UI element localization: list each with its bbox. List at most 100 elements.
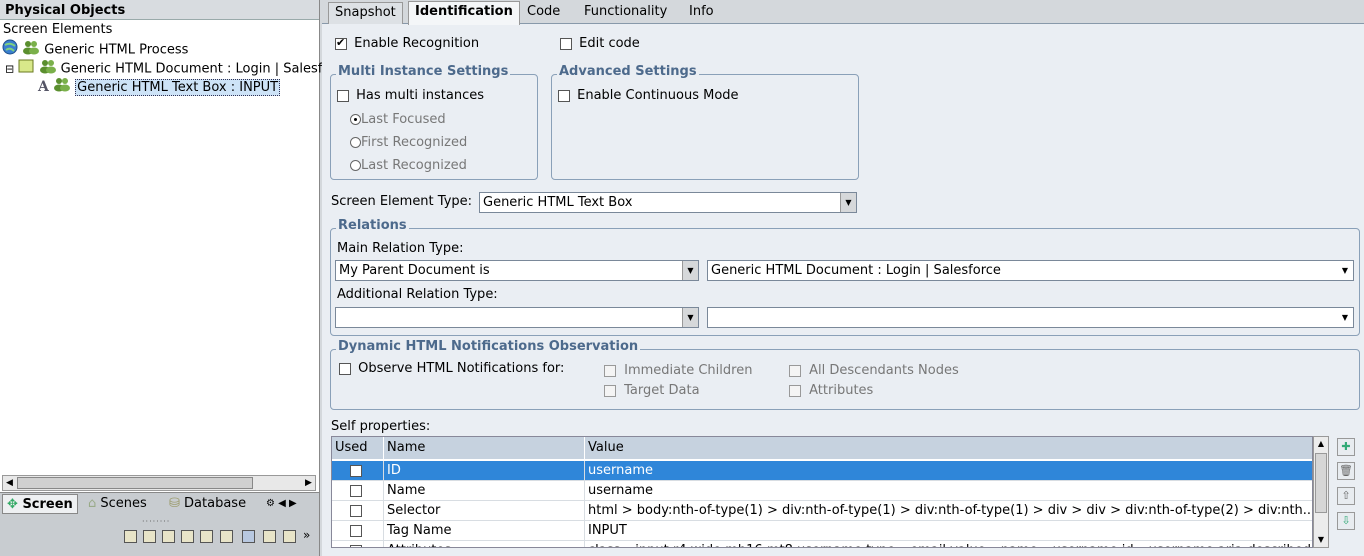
additional-relation-label: Additional Relation Type: <box>337 287 498 302</box>
used-cell <box>332 481 384 501</box>
tool-icon-5[interactable] <box>200 530 213 543</box>
observe-notifications-checkbox[interactable]: Observe HTML Notifications for: <box>339 361 564 376</box>
checkbox-box[interactable] <box>604 384 616 397</box>
additional-relation-target-select[interactable]: ▼ <box>707 307 1354 328</box>
tab-scroll-controls[interactable]: ⚙ ◀ ▶ <box>262 494 301 514</box>
radio-icon[interactable] <box>350 137 361 148</box>
tab-identification[interactable]: Identification <box>408 1 520 25</box>
tab-prev-icon[interactable]: ◀ <box>278 498 286 509</box>
people-icon <box>53 76 71 98</box>
immediate-children-checkbox[interactable]: Immediate Children <box>604 363 752 378</box>
group-title: Relations <box>336 218 409 233</box>
tool-icon-9[interactable] <box>283 530 296 543</box>
scroll-down-icon[interactable]: ▼ <box>1314 533 1328 547</box>
checkbox-box[interactable] <box>558 89 570 102</box>
used-checkbox[interactable] <box>350 484 362 497</box>
tree-item-label: Generic HTML Process <box>44 42 189 58</box>
dynamic-html-group <box>330 349 1360 410</box>
chevron-down-icon[interactable]: ▼ <box>840 193 856 212</box>
value-cell: username <box>585 461 1312 481</box>
column-header-name[interactable]: Name <box>384 437 585 459</box>
tab-info[interactable]: Info <box>683 2 720 24</box>
additional-relation-type-select[interactable]: ▼ <box>335 307 699 328</box>
tool-icon-7[interactable] <box>242 530 255 543</box>
scroll-thumb[interactable] <box>1315 453 1327 513</box>
tab-snapshot[interactable]: Snapshot <box>328 2 403 24</box>
chevron-down-icon[interactable]: ▼ <box>1337 261 1353 280</box>
continuous-mode-checkbox[interactable]: Enable Continuous Mode <box>558 88 739 103</box>
tool-icon-1[interactable] <box>124 530 137 543</box>
scroll-thumb[interactable] <box>17 477 253 489</box>
add-property-icon[interactable]: ✚ <box>1337 438 1355 456</box>
main-relation-target-select[interactable]: Generic HTML Document : Login | Salesfor… <box>707 260 1354 281</box>
tab-scenes[interactable]: ⌂ Scenes <box>84 494 151 514</box>
column-header-used[interactable]: Used <box>332 437 384 459</box>
used-checkbox[interactable] <box>350 504 362 517</box>
chevron-down-icon[interactable]: ▼ <box>1337 308 1353 327</box>
edit-code-checkbox[interactable]: Edit code <box>560 36 640 51</box>
radio-last-focused[interactable]: Last Focused <box>350 112 446 127</box>
attributes-checkbox[interactable]: Attributes <box>789 383 873 398</box>
tool-icon-3[interactable] <box>162 530 175 543</box>
used-checkbox[interactable] <box>350 524 362 537</box>
tree-item-process[interactable]: Generic HTML Process <box>2 39 189 58</box>
radio-icon[interactable] <box>350 114 361 125</box>
scroll-right-icon[interactable]: ▶ <box>302 476 315 490</box>
checkbox-box[interactable] <box>560 37 572 50</box>
tool-icon-2[interactable] <box>143 530 156 543</box>
checkbox-label: Observe HTML Notifications for: <box>358 361 565 376</box>
move-up-icon[interactable]: ⇧ <box>1337 487 1355 505</box>
all-descendants-checkbox[interactable]: All Descendants Nodes <box>789 363 959 378</box>
collapse-icon[interactable]: ⊟ <box>5 63 14 76</box>
enable-recognition-checkbox[interactable]: Enable Recognition <box>335 36 479 51</box>
target-data-checkbox[interactable]: Target Data <box>604 383 700 398</box>
tab-database[interactable]: ⛁ Database <box>165 494 250 514</box>
checkbox-box[interactable] <box>335 36 347 50</box>
column-header-value[interactable]: Value <box>585 437 1312 459</box>
radio-first-recognized[interactable]: First Recognized <box>350 135 467 150</box>
main-relation-type-select[interactable]: My Parent Document is ▼ <box>335 260 699 281</box>
scroll-left-icon[interactable]: ◀ <box>3 476 16 490</box>
radio-label: Last Recognized <box>361 158 467 173</box>
has-multi-instances-checkbox[interactable]: Has multi instances <box>337 88 484 103</box>
tool-icon-8[interactable] <box>263 530 276 543</box>
scroll-up-icon[interactable]: ▲ <box>1314 437 1328 451</box>
checkbox-box[interactable] <box>604 364 616 377</box>
radio-last-recognized[interactable]: Last Recognized <box>350 158 467 173</box>
tab-next-icon[interactable]: ▶ <box>289 498 297 509</box>
tree-item-document[interactable]: ⊟ Generic HTML Document : Login | Salesf <box>5 58 322 77</box>
tab-label: Database <box>184 496 247 511</box>
table-row[interactable]: Name username <box>332 481 1312 501</box>
table-row[interactable]: Attributesclass= input r4 wide mb16 mt8 … <box>332 541 1312 547</box>
table-row[interactable]: Selector html > body:nth-of-type(1) > div… <box>332 501 1312 521</box>
toolbar-overflow-icon[interactable]: » <box>303 528 310 542</box>
used-checkbox[interactable] <box>350 463 362 477</box>
delete-property-icon[interactable]: 🗑 <box>1337 462 1355 480</box>
value-cell: username <box>585 481 1312 501</box>
used-checkbox[interactable] <box>350 544 362 547</box>
gear-icon: ⚙ <box>266 498 275 509</box>
tool-icon-4[interactable] <box>181 530 194 543</box>
used-cell <box>332 501 384 521</box>
move-down-icon[interactable]: ⇩ <box>1337 512 1355 530</box>
checkbox-box[interactable] <box>339 362 351 375</box>
chevron-down-icon[interactable]: ▼ <box>682 261 698 280</box>
tab-label: Scenes <box>100 496 147 511</box>
radio-icon[interactable] <box>350 160 361 171</box>
checkbox-box[interactable] <box>789 364 801 377</box>
horizontal-scrollbar[interactable]: ◀ ▶ <box>2 475 316 491</box>
vertical-scrollbar[interactable]: ▲ ▼ <box>1313 436 1329 548</box>
checkbox-box[interactable] <box>789 384 801 397</box>
tab-functionality[interactable]: Functionality <box>578 2 673 24</box>
grip-icon: ········ <box>142 517 171 526</box>
checkbox-label: Enable Continuous Mode <box>577 88 739 103</box>
checkbox-box[interactable] <box>337 89 349 102</box>
tree-item-textbox[interactable]: A Generic HTML Text Box : INPUT <box>38 76 281 96</box>
chevron-down-icon[interactable]: ▼ <box>682 308 698 327</box>
screen-element-type-select[interactable]: Generic HTML Text Box ▼ <box>479 192 857 213</box>
tab-screen[interactable]: ✥ Screen <box>2 494 78 514</box>
tool-icon-6[interactable] <box>220 530 233 543</box>
table-row[interactable]: Tag Name INPUT <box>332 521 1312 541</box>
table-row[interactable]: IDusername <box>332 461 1312 481</box>
tab-code[interactable]: Code <box>521 2 566 24</box>
